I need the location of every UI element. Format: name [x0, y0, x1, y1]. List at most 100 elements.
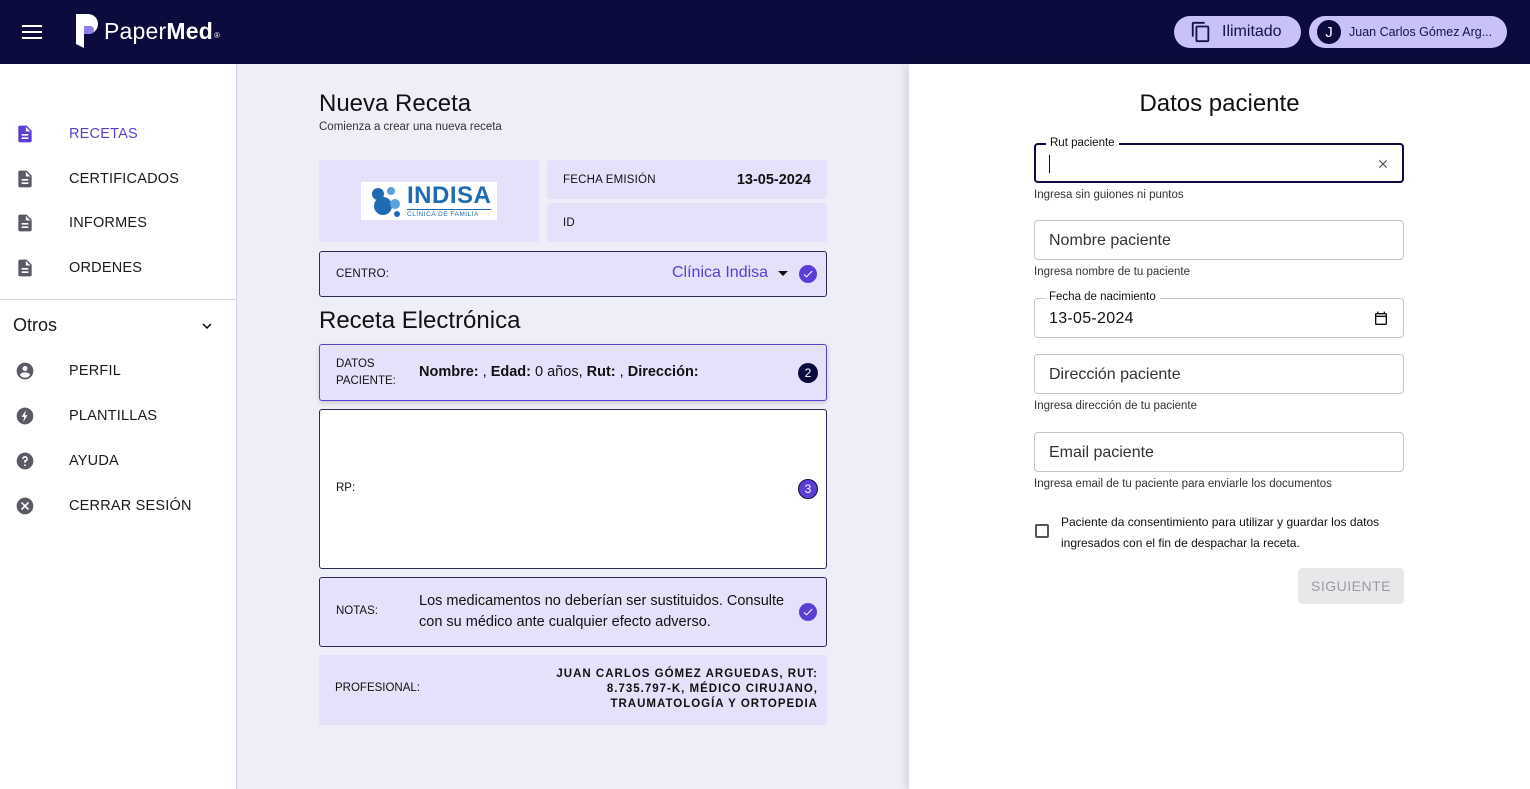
sidebar-item-informes[interactable]: INFORMES [0, 203, 236, 243]
sidebar-item-label: RECETAS [69, 126, 138, 142]
close-icon[interactable] [1376, 157, 1390, 171]
rut-value: , [615, 364, 628, 380]
top-bar: PaperMed ® Ilimitado J Juan Carlos Gómez… [0, 0, 1530, 64]
sidebar-item-cerrar-sesion[interactable]: CERRAR SESIÓN [0, 486, 236, 526]
sidebar-item-recetas[interactable]: RECETAS [0, 114, 236, 154]
indisa-name: INDISA [407, 182, 492, 209]
birthdate-input[interactable]: Fecha de nacimiento 13-05-2024 [1034, 291, 1404, 338]
check-circle-icon [799, 265, 817, 283]
indisa-wordmark: INDISA CLÍNICA DE FAMILIA [407, 182, 492, 218]
notes-card[interactable]: NOTAS: Los medicamentos no deberían ser … [319, 577, 827, 647]
check-icon [803, 608, 813, 616]
brand-light: Paper [104, 17, 167, 44]
email-placeholder: Email paciente [1049, 444, 1154, 461]
document-icon [18, 125, 32, 143]
sidebar-section-otros[interactable]: Otros [0, 305, 236, 345]
bolt-icon [16, 407, 34, 425]
check-circle-icon [799, 603, 817, 621]
patient-data-label: DATOS PACIENTE: [336, 358, 396, 387]
nombre-value: , [478, 364, 491, 380]
check-icon [803, 270, 813, 278]
form-title: Datos paciente [1139, 90, 1300, 117]
brand-bold: Med [166, 17, 213, 44]
nombre-input[interactable]: Nombre paciente [1034, 220, 1404, 260]
next-button[interactable]: SIGUIENTE [1298, 568, 1404, 604]
professional-text: JUAN CARLOS GÓMEZ ARGUEDAS, RUT: 8.735.7… [556, 668, 818, 710]
sidebar-item-label: CERRAR SESIÓN [69, 498, 192, 514]
issue-date-card: FECHA EMISIÓN 13-05-2024 [547, 160, 827, 199]
step-badge: 3 [798, 479, 818, 499]
documents-icon [1191, 21, 1210, 43]
rut-label: Rut: [586, 364, 616, 380]
rut-input[interactable]: Rut paciente [1034, 137, 1404, 183]
sidebar-item-label: CERTIFICADOS [69, 171, 180, 187]
centro-card[interactable]: CENTRO: Clínica Indisa [319, 251, 827, 297]
sidebar-divider [0, 299, 236, 300]
account-circle-icon [16, 362, 34, 380]
centro-select[interactable]: Clínica Indisa [672, 264, 789, 282]
plan-button[interactable]: Ilimitado [1174, 16, 1301, 48]
menu-icon [22, 25, 42, 27]
recipe-id-card: ID [547, 203, 827, 242]
sidebar-item-perfil[interactable]: PERFIL [0, 351, 236, 391]
indisa-logo: INDISA CLÍNICA DE FAMILIA [361, 182, 497, 220]
brand-registered: ® [213, 30, 220, 40]
document-icon [18, 259, 32, 277]
caret-down-icon [778, 270, 789, 276]
patient-form-panel: Datos paciente Rut paciente Ingresa sin … [909, 64, 1530, 789]
sidebar-item-ayuda[interactable]: AYUDA [0, 441, 236, 481]
page-subtitle: Comienza a crear una nueva receta [319, 121, 502, 133]
page-title: Nueva Receta [319, 90, 472, 117]
sidebar-item-certificados[interactable]: CERTIFICADOS [0, 159, 236, 199]
notes-label: NOTAS: [336, 605, 378, 617]
sidebar-item-label: ORDENES [69, 260, 143, 276]
centro-label: CENTRO: [336, 268, 390, 280]
indisa-logo-icon [372, 187, 400, 217]
issue-date-label: FECHA EMISIÓN [563, 173, 656, 186]
email-helper: Ingresa email de tu paciente para enviar… [1034, 478, 1332, 490]
sidebar-item-label: INFORMES [69, 215, 148, 231]
sidebar-item-plantillas[interactable]: PLANTILLAS [0, 396, 236, 436]
patient-data-summary: Nombre: , Edad: 0 años, Rut: , Dirección… [419, 364, 699, 380]
nombre-label: Nombre: [419, 364, 479, 380]
sidebar: RECETAS CERTIFICADOS INFORMES ORDENES Ot… [0, 64, 237, 789]
recipe-preview: Nueva Receta Comienza a crear una nueva … [237, 64, 909, 789]
brand-name: PaperMed [104, 18, 213, 45]
patient-data-card[interactable]: DATOS PACIENTE: Nombre: , Edad: 0 años, … [319, 344, 827, 401]
menu-icon-line [22, 37, 42, 39]
menu-icon-line [22, 31, 42, 33]
direccion-input[interactable]: Dirección paciente [1034, 354, 1404, 394]
edad-label: Edad: [490, 364, 531, 380]
clinic-logo-card: INDISA CLÍNICA DE FAMILIA [319, 160, 539, 242]
consent-text: Paciente da consentimiento para utilizar… [1061, 515, 1380, 550]
rp-card[interactable]: RP: 3 [319, 409, 827, 569]
recipe-id-label: ID [563, 216, 575, 229]
app-logo[interactable]: PaperMed ® [76, 14, 220, 48]
sidebar-section-label: Otros [13, 314, 58, 335]
sidebar-item-ordenes[interactable]: ORDENES [0, 248, 236, 288]
direccion-label: Dirección: [627, 364, 699, 380]
section-title: Receta Electrónica [319, 307, 521, 334]
email-input[interactable]: Email paciente [1034, 432, 1404, 472]
user-menu-button[interactable]: J Juan Carlos Gómez Arg... [1309, 16, 1507, 48]
indisa-tagline: CLÍNICA DE FAMILIA [407, 209, 492, 218]
nombre-helper: Ingresa nombre de tu paciente [1034, 266, 1190, 278]
rut-helper: Ingresa sin guiones ni puntos [1034, 189, 1184, 201]
centro-selected-value: Clínica Indisa [672, 264, 769, 281]
professional-card: PROFESIONAL: JUAN CARLOS GÓMEZ ARGUEDAS,… [319, 655, 827, 725]
rut-label: Rut paciente [1046, 137, 1119, 149]
calendar-icon[interactable] [1373, 311, 1389, 327]
direccion-helper: Ingresa dirección de tu paciente [1034, 400, 1198, 412]
document-icon [18, 170, 32, 188]
user-name: Juan Carlos Gómez Arg... [1349, 25, 1493, 39]
consent-checkbox[interactable] [1035, 524, 1049, 538]
professional-label: PROFESIONAL: [335, 682, 420, 694]
avatar: J [1317, 20, 1341, 44]
text-cursor [1049, 155, 1050, 173]
chevron-down-icon [202, 323, 212, 329]
edad-value: 0 años, [531, 364, 587, 380]
plan-label: Ilimitado [1222, 23, 1282, 40]
cancel-icon [16, 497, 34, 515]
birthdate-value: 13-05-2024 [1049, 310, 1134, 327]
menu-button[interactable] [20, 20, 46, 44]
